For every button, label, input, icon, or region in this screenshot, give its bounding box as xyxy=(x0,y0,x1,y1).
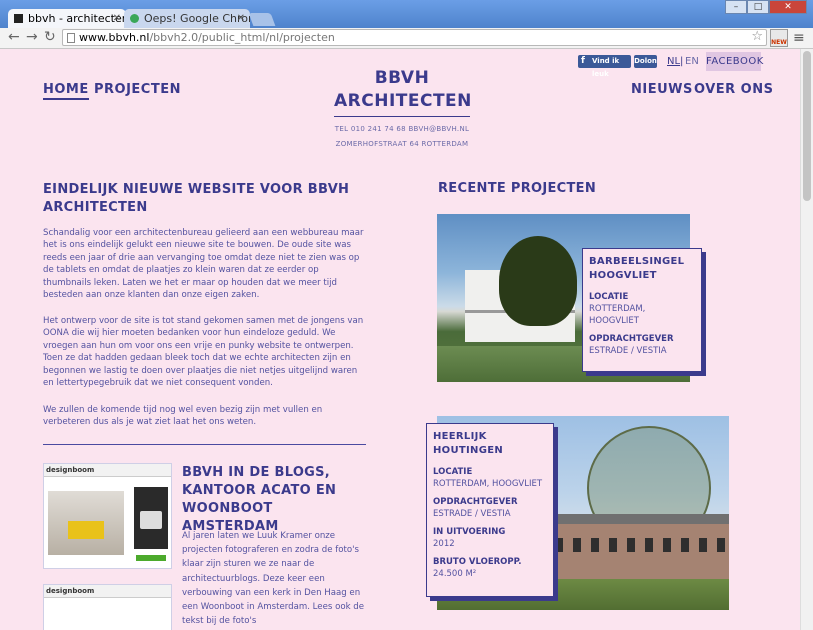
thumbnail-image xyxy=(44,477,171,567)
thumbnail-site-label: designboom xyxy=(44,585,171,598)
page-favicon-icon xyxy=(14,14,23,23)
nav-news[interactable]: NIEUWS xyxy=(631,82,693,97)
close-window-button[interactable]: ✕ xyxy=(769,0,807,14)
facebook-link[interactable]: FACEBOOK xyxy=(706,52,763,71)
browser-titlebar: bbvh - architecten - | ✕ Oeps! Google Ch… xyxy=(0,0,813,28)
field-value: ESTRADE / VESTIA xyxy=(589,346,667,356)
contact-address: ZOMERHOFSTRAAT 64 ROTTERDAM xyxy=(335,140,469,148)
tab-title: bbvh - architecten - | xyxy=(28,12,126,25)
field-label: OPDRACHTGEVER xyxy=(589,334,674,344)
maximize-button[interactable]: □ xyxy=(747,0,769,14)
tab-title: Oeps! Google Chrom xyxy=(144,12,250,25)
field-value: ROTTERDAM, HOOGVLIET xyxy=(589,304,646,326)
facebook-like-button[interactable]: Vind ik leuk xyxy=(578,55,631,78)
field-value: ROTTERDAM, HOOGVLIET xyxy=(433,479,543,489)
nav-projects[interactable]: PROJECTEN xyxy=(94,82,181,97)
chrome-favicon-icon xyxy=(130,14,139,23)
field-value: 24.500 M² xyxy=(433,569,477,579)
field-value: 2012 xyxy=(433,539,455,549)
window-controls: – □ ✕ xyxy=(725,0,807,14)
project-name: BARBEELSINGEL HOOGVLIET xyxy=(589,256,685,281)
contact-phone-email: TEL 010 241 74 68 BBVH@BBVH.NL xyxy=(334,125,470,133)
facebook-share-button[interactable]: Dolon xyxy=(634,55,657,68)
bookmark-star-icon[interactable]: ☆ xyxy=(751,29,763,44)
thumbnail-site-label: designboom xyxy=(44,464,171,477)
blog-text: Al jaren laten we Luuk Kramer onze proje… xyxy=(182,531,365,627)
nav-home[interactable]: HOME xyxy=(43,82,89,100)
article-paragraph-2: Het ontwerp voor de site is tot stand ge… xyxy=(43,316,364,389)
logo-line-1: BBVH xyxy=(374,68,430,88)
tab-close-icon[interactable]: ✕ xyxy=(237,9,245,28)
tab-bbvh[interactable]: bbvh - architecten - | ✕ xyxy=(8,9,126,28)
field-label: LOCATIE xyxy=(589,292,629,302)
site-logo[interactable]: BBVH ARCHITECTEN xyxy=(334,67,472,113)
lang-en-link[interactable]: EN xyxy=(685,56,699,67)
reload-icon[interactable]: ↻ xyxy=(44,29,56,45)
article-title[interactable]: EINDELIJK NIEUWE WEBSITE VOOR BBVH ARCHI… xyxy=(43,181,363,217)
field-label: OPDRACHTGEVER xyxy=(433,497,518,507)
logo-line-2: ARCHITECTEN xyxy=(334,91,472,111)
blog-thumbnail-2[interactable]: designboom xyxy=(43,584,172,630)
page-icon xyxy=(67,33,75,43)
logo-underline xyxy=(334,116,470,117)
nav-about[interactable]: OVER ONS xyxy=(694,82,773,97)
forward-arrow-icon[interactable]: → xyxy=(26,29,38,45)
project-name: HEERLIJK HOUTINGEN xyxy=(433,431,504,456)
field-label: BRUTO VLOEROPP. xyxy=(433,557,522,567)
field-label: LOCATIE xyxy=(433,467,473,477)
menu-icon[interactable]: ≡ xyxy=(793,30,805,46)
web-page: Vind ik leuk Dolon NL | EN FACEBOOK HOME… xyxy=(0,49,800,630)
lang-separator: | xyxy=(680,56,684,67)
page-scrollbar[interactable] xyxy=(800,49,813,630)
tab-oeps[interactable]: Oeps! Google Chrom ✕ xyxy=(124,9,250,28)
url-host: www.bbvh.nl xyxy=(79,31,150,44)
minimize-button[interactable]: – xyxy=(725,0,747,14)
article-paragraph-3: We zullen de komende tijd nog wel even b… xyxy=(43,405,323,428)
project-card-houtingen[interactable]: HEERLIJK HOUTINGEN LOCATIE ROTTERDAM, HO… xyxy=(426,423,554,597)
field-value: ESTRADE / VESTIA xyxy=(433,509,511,519)
recent-projects-title: RECENTE PROJECTEN xyxy=(438,181,597,196)
article-divider xyxy=(43,444,366,445)
new-tab-button[interactable] xyxy=(248,13,276,26)
field-label: IN UITVOERING xyxy=(433,527,506,537)
url-path: /bbvh2.0/public_html/nl/projecten xyxy=(149,31,335,44)
lang-nl-link[interactable]: NL xyxy=(667,56,680,67)
tab-close-icon[interactable]: ✕ xyxy=(113,9,121,28)
project-card-barbeelsingel[interactable]: BARBEELSINGEL HOOGVLIET LOCATIE ROTTERDA… xyxy=(582,248,702,372)
blog-title[interactable]: BBVH IN DE BLOGS, KANTOOR ACATO EN WOONB… xyxy=(182,464,372,536)
scrollbar-thumb[interactable] xyxy=(803,51,811,201)
extension-new-icon[interactable]: NEW xyxy=(770,29,788,47)
blog-thumbnail[interactable]: designboom xyxy=(43,463,172,569)
address-bar[interactable]: www.bbvh.nl/bbvh2.0/public_html/nl/proje… xyxy=(62,29,767,46)
back-arrow-icon[interactable]: ← xyxy=(8,29,20,45)
article-paragraph-1: Schandalig voor een architectenbureau ge… xyxy=(43,228,364,301)
browser-toolbar: ← → ↻ www.bbvh.nl/bbvh2.0/public_html/nl… xyxy=(0,28,813,49)
